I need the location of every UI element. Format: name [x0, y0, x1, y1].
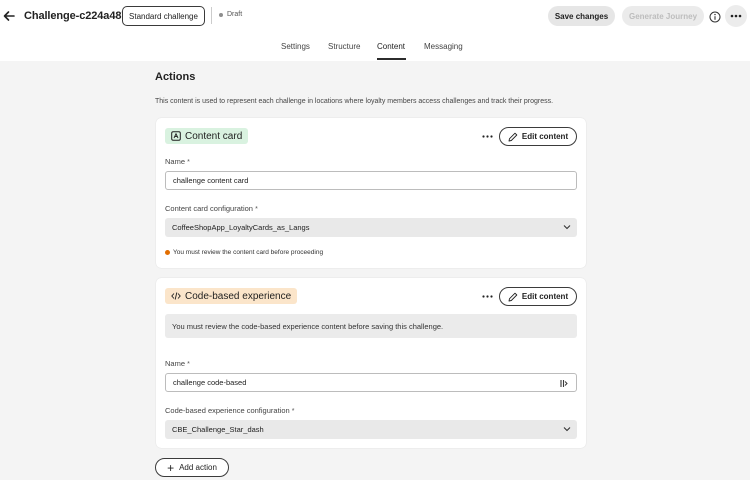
name-field-value: challenge code-based — [173, 378, 247, 387]
more-options-button[interactable] — [725, 5, 747, 27]
field-helper-icon — [560, 380, 568, 387]
add-action-label: Add action — [179, 463, 217, 472]
config-select-value: CoffeeShopApp_LoyaltyCards_as_Langs — [172, 223, 310, 232]
content-card-tag-label: Content card — [185, 130, 243, 142]
review-warning: You must review the content card before … — [165, 249, 323, 256]
tab-bar: Settings Structure Content Messaging — [0, 40, 750, 61]
code-based-panel: Code-based experience Edit content You m… — [156, 278, 586, 448]
section-title: Actions — [155, 71, 196, 83]
content-card-icon — [171, 131, 181, 141]
arrow-left-icon[interactable] — [2, 9, 16, 23]
name-label-text: Name — [165, 157, 186, 166]
code-based-edit-button[interactable]: Edit content — [499, 287, 577, 306]
info-icon[interactable] — [709, 10, 721, 23]
code-based-tag-label: Code-based experience — [185, 290, 292, 302]
config-label-text: Content card configuration — [165, 204, 253, 213]
content-card-config-label: Content card configuration * — [165, 204, 258, 213]
content-card-name-field[interactable]: challenge content card — [165, 171, 577, 190]
pencil-icon — [508, 292, 518, 301]
warning-text: You must review the content card before … — [173, 249, 324, 256]
code-based-more-button[interactable] — [479, 289, 495, 303]
status-label: Draft — [227, 11, 243, 18]
required-mark: * — [187, 361, 190, 368]
more-horizontal-icon — [730, 14, 742, 18]
chevron-down-icon — [563, 427, 571, 432]
name-label-text: Name — [165, 359, 186, 368]
code-based-name-field[interactable]: challenge code-based — [165, 373, 577, 392]
required-mark: * — [187, 159, 190, 166]
generate-journey-button[interactable]: Generate Journey — [622, 6, 704, 26]
save-changes-button[interactable]: Save changes — [548, 6, 615, 26]
content-card-tag: Content card — [165, 128, 249, 144]
code-based-name-label: Name * — [165, 359, 190, 368]
code-icon — [171, 291, 181, 301]
content-card-name-label: Name * — [165, 157, 190, 166]
review-notice: You must review the code-based experienc… — [165, 314, 577, 338]
challenge-type-button[interactable]: Standard challenge — [122, 6, 205, 26]
add-action-button[interactable]: + Add action — [155, 458, 229, 477]
tab-structure[interactable]: Structure — [328, 42, 360, 51]
section-description: This content is used to represent each c… — [155, 98, 554, 105]
tab-settings[interactable]: Settings — [281, 42, 310, 51]
status-dot-icon — [219, 12, 223, 17]
config-select-value: CBE_Challenge_Star_dash — [172, 425, 264, 434]
content-card-config-select[interactable]: CoffeeShopApp_LoyaltyCards_as_Langs — [165, 218, 577, 237]
pencil-icon — [508, 132, 518, 141]
chevron-down-icon — [563, 225, 571, 230]
code-based-config-select[interactable]: CBE_Challenge_Star_dash — [165, 420, 577, 439]
active-tab-indicator — [377, 58, 406, 60]
content-card-more-button[interactable] — [479, 129, 495, 143]
warning-dot-icon — [165, 250, 170, 255]
more-horizontal-icon — [481, 294, 493, 298]
content-card-edit-button[interactable]: Edit content — [499, 127, 577, 146]
code-based-config-label: Code-based experience configuration * — [165, 406, 295, 415]
edit-content-label: Edit content — [521, 292, 569, 301]
status-badge: Draft — [219, 11, 242, 18]
config-label-text: Code-based experience configuration — [165, 406, 290, 415]
required-mark: * — [291, 408, 295, 415]
more-horizontal-icon — [481, 134, 493, 138]
tab-content[interactable]: Content — [377, 42, 405, 51]
page-title: Challenge-c224a487 — [24, 10, 128, 22]
top-bar: Challenge-c224a487 Standard challenge Dr… — [0, 0, 750, 61]
tab-messaging[interactable]: Messaging — [424, 42, 463, 51]
content-card-panel: Content card Edit content Name * challen… — [156, 118, 586, 268]
required-mark: * — [255, 206, 258, 213]
edit-content-label: Edit content — [521, 132, 569, 141]
code-based-tag: Code-based experience — [165, 288, 298, 304]
plus-icon: + — [167, 460, 175, 475]
divider — [211, 7, 212, 24]
